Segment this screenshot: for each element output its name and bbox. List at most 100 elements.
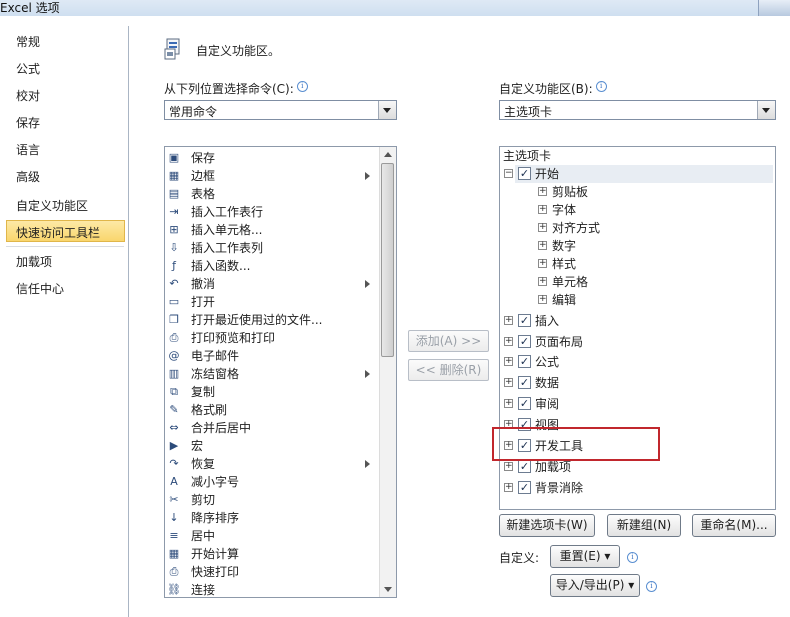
expand-icon[interactable]: +	[538, 295, 547, 304]
tree-tab-home[interactable]: − ✓ 开始	[500, 165, 770, 183]
tree-label: 数字	[552, 239, 577, 253]
expand-icon[interactable]: +	[504, 462, 513, 471]
tree-group-item[interactable]: + 剪贴板	[500, 183, 770, 201]
nav-item-save[interactable]: 保存	[16, 113, 40, 133]
add-button[interactable]: 添加(A) >>	[408, 330, 489, 352]
command-item[interactable]: ▥ 冻结窗格	[165, 365, 381, 383]
tree-label: 样式	[552, 257, 577, 271]
tab-checkbox[interactable]: ✓	[518, 355, 531, 368]
command-item[interactable]: ❐ 打开最近使用过的文件...	[165, 311, 381, 329]
tree-group-item[interactable]: + 字体	[500, 201, 770, 219]
command-item[interactable]: ✎ 格式刷	[165, 401, 381, 419]
print-preview-icon: ⎙	[169, 331, 179, 344]
command-item[interactable]: A 减小字号	[165, 473, 381, 491]
command-item[interactable]: ▦ 开始计算	[165, 545, 381, 563]
expand-icon[interactable]: +	[538, 259, 547, 268]
tree-label: 公式	[535, 355, 560, 369]
command-item[interactable]: ƒ 插入函数...	[165, 257, 381, 275]
expand-icon[interactable]: +	[504, 357, 513, 366]
nav-item-general[interactable]: 常规	[16, 32, 40, 52]
nav-item-advanced[interactable]: 高级	[16, 167, 40, 187]
nav-item-formulas[interactable]: 公式	[16, 59, 40, 79]
commands-scrollbar[interactable]	[379, 147, 396, 597]
remove-button[interactable]: << 删除(R)	[408, 359, 489, 381]
tree-tab-item[interactable]: + ✓ 插入	[500, 312, 770, 330]
expand-icon[interactable]: +	[538, 205, 547, 214]
nav-item-language[interactable]: 语言	[16, 140, 40, 160]
tree-group-item[interactable]: + 样式	[500, 255, 770, 273]
tab-checkbox[interactable]: ✓	[518, 397, 531, 410]
command-item[interactable]: ▦ 边框	[165, 167, 381, 185]
command-label: 快速打印	[191, 565, 240, 579]
command-item[interactable]: ⎙ 快速打印	[165, 563, 381, 581]
expand-icon[interactable]: +	[538, 277, 547, 286]
command-item[interactable]: ⇩ 插入工作表列	[165, 239, 381, 257]
choose-commands-combo[interactable]: 常用命令	[164, 100, 397, 120]
command-item[interactable]: ↷ 恢复	[165, 455, 381, 473]
macro-icon: ▶	[169, 439, 179, 452]
expand-icon[interactable]: +	[538, 187, 547, 196]
new-group-button[interactable]: 新建组(N)	[607, 514, 681, 537]
tree-group-item[interactable]: + 数字	[500, 237, 770, 255]
tree-label: 背景消除	[535, 481, 584, 495]
command-item[interactable]: ▤ 表格	[165, 185, 381, 203]
command-item[interactable]: ↓ 降序排序	[165, 509, 381, 527]
expand-icon[interactable]: +	[504, 337, 513, 346]
close-icon[interactable]	[758, 0, 790, 16]
expand-icon[interactable]: +	[504, 399, 513, 408]
nav-item-addins[interactable]: 加载项	[16, 252, 52, 272]
command-item[interactable]: ⇔ 合并后居中	[165, 419, 381, 437]
tab-checkbox[interactable]: ✓	[518, 376, 531, 389]
command-item[interactable]: ✂ 剪切	[165, 491, 381, 509]
nav-item-proofing[interactable]: 校对	[16, 86, 40, 106]
tree-tab-item[interactable]: + ✓ 审阅	[500, 395, 770, 413]
expand-icon[interactable]: +	[504, 316, 513, 325]
copy-icon: ⧉	[170, 385, 178, 398]
tab-checkbox[interactable]: ✓	[518, 167, 531, 180]
chevron-down-icon[interactable]	[378, 101, 396, 119]
command-item[interactable]: ⛓ 连接	[165, 581, 381, 597]
collapse-icon[interactable]: −	[504, 169, 513, 178]
tree-header: 主选项卡	[503, 149, 552, 163]
expand-icon[interactable]: +	[538, 241, 547, 250]
tab-checkbox[interactable]: ✓	[518, 314, 531, 327]
scroll-thumb[interactable]	[381, 163, 394, 357]
tree-tab-item[interactable]: + ✓ 背景消除	[500, 479, 770, 497]
command-item[interactable]: ▶ 宏	[165, 437, 381, 455]
scroll-down-icon[interactable]	[380, 581, 396, 597]
tab-checkbox[interactable]: ✓	[518, 460, 531, 473]
nav-item-trust-center[interactable]: 信任中心	[16, 279, 64, 299]
tree-tab-item[interactable]: + ✓ 页面布局	[500, 333, 770, 351]
command-item[interactable]: ⊞ 插入单元格...	[165, 221, 381, 239]
expand-icon[interactable]: +	[538, 223, 547, 232]
chevron-down-icon[interactable]	[757, 101, 775, 119]
new-tab-button[interactable]: 新建选项卡(W)	[499, 514, 595, 537]
nav-item-customize-ribbon[interactable]: 自定义功能区	[16, 196, 88, 216]
command-item[interactable]: ▣ 保存	[165, 149, 381, 167]
tree-group-item[interactable]: + 编辑	[500, 291, 770, 309]
command-item[interactable]: ≡ 居中	[165, 527, 381, 545]
import-export-button[interactable]: 导入/导出(P) ▾	[550, 574, 640, 597]
expand-icon[interactable]: +	[504, 483, 513, 492]
tree-group-item[interactable]: + 对齐方式	[500, 219, 770, 237]
tree-tab-item[interactable]: + ✓ 公式	[500, 353, 770, 371]
border-icon: ▦	[168, 169, 180, 182]
rename-button[interactable]: 重命名(M)...	[692, 514, 776, 537]
command-item[interactable]: ↶ 撤消	[165, 275, 381, 293]
scroll-up-icon[interactable]	[380, 147, 396, 163]
choose-commands-label: 从下列位置选择命令(C): i	[164, 80, 308, 97]
tree-tab-item[interactable]: + ✓ 数据	[500, 374, 770, 392]
command-item[interactable]: ▭ 打开	[165, 293, 381, 311]
nav-item-quick-access-toolbar[interactable]: 快速访问工具栏	[16, 223, 100, 243]
commands-list[interactable]: ⛓ 连接 ⎙ 快速打印 ▦ 开始计算 ≡ 居中 ↓ 降序排序 ✂ 剪切 A 减小字号 ↷ 恢复 ▶ 宏 ⇔ 合并后居中…	[164, 146, 397, 598]
command-item[interactable]: ⧉ 复制	[165, 383, 381, 401]
reset-button[interactable]: 重置(E) ▾	[550, 545, 620, 568]
command-item[interactable]: ⇥ 插入工作表行	[165, 203, 381, 221]
ribbon-tabs-combo[interactable]: 主选项卡	[499, 100, 776, 120]
tab-checkbox[interactable]: ✓	[518, 481, 531, 494]
command-item[interactable]: ⎙ 打印预览和打印	[165, 329, 381, 347]
tree-group-item[interactable]: + 单元格	[500, 273, 770, 291]
command-item[interactable]: @ 电子邮件	[165, 347, 381, 365]
tab-checkbox[interactable]: ✓	[518, 335, 531, 348]
expand-icon[interactable]: +	[504, 378, 513, 387]
